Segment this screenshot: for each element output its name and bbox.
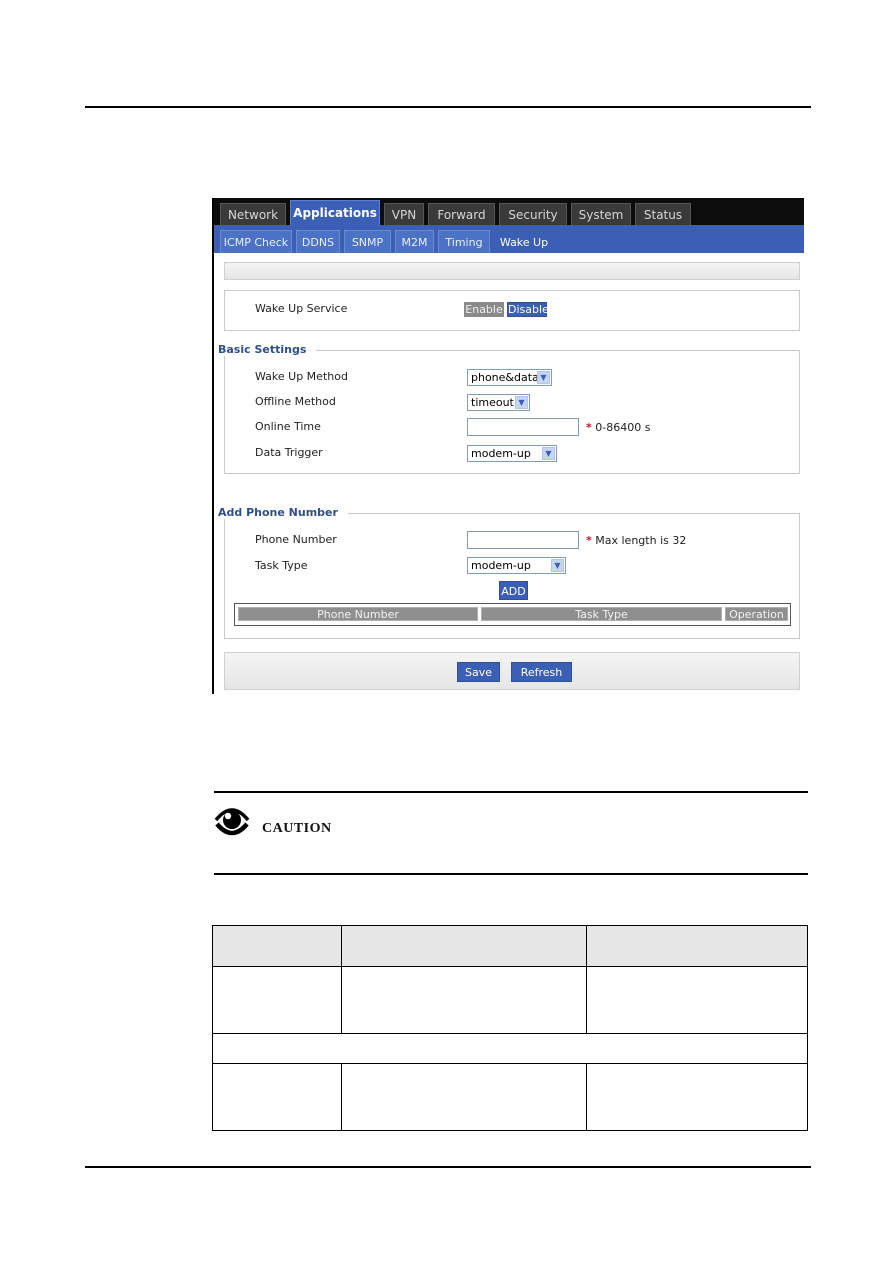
- offline-method-label: Offline Method: [255, 395, 336, 408]
- column-header-operation: Operation: [725, 607, 788, 621]
- chevron-down-icon: ▼: [551, 559, 564, 572]
- table-section-cell: [212, 1033, 808, 1065]
- task-type-label: Task Type: [255, 559, 308, 572]
- basic-settings-fieldset: Basic Settings Wake Up Method phone&data…: [218, 343, 800, 474]
- table-header-cell: [212, 924, 342, 968]
- caution-top-rule: [214, 791, 808, 793]
- main-nav: Network Applications VPN Forward Securit…: [214, 198, 804, 225]
- online-time-range: 0-86400 s: [595, 421, 651, 434]
- offline-method-select[interactable]: timeout ▼: [467, 394, 530, 411]
- table-cell: [341, 1063, 587, 1131]
- add-phone-fieldset: Add Phone Number Phone Number * Max leng…: [218, 506, 800, 639]
- chevron-down-icon: ▼: [515, 396, 528, 409]
- subtab-icmp-check[interactable]: ICMP Check: [220, 230, 292, 253]
- tab-network[interactable]: Network: [220, 203, 286, 225]
- online-time-input[interactable]: [467, 418, 579, 436]
- required-mark: *: [586, 534, 592, 547]
- subtab-m2m[interactable]: M2M: [395, 230, 434, 253]
- phone-number-max-length: Max length is 32: [595, 534, 687, 547]
- required-mark: *: [586, 421, 592, 434]
- table-header-cell: [341, 924, 587, 968]
- caution-bottom-rule: [214, 873, 808, 875]
- subtab-timing[interactable]: Timing: [438, 230, 490, 253]
- column-header-task-type: Task Type: [481, 607, 722, 621]
- phone-number-label: Phone Number: [255, 533, 337, 546]
- service-panel: Wake Up Service Enable Disable: [224, 290, 800, 331]
- save-button[interactable]: Save: [457, 662, 500, 682]
- data-trigger-value: modem-up: [471, 447, 531, 460]
- tab-vpn[interactable]: VPN: [384, 203, 424, 225]
- table-cell: [586, 1063, 808, 1131]
- basic-settings-legend: Basic Settings: [218, 343, 317, 356]
- table-cell: [212, 1063, 342, 1131]
- page-footer-rule: [85, 1166, 811, 1168]
- tab-status[interactable]: Status: [635, 203, 691, 225]
- page-header-rule: [85, 106, 811, 108]
- online-time-hint: * 0-86400 s: [586, 421, 650, 434]
- action-bar: Save Refresh: [224, 652, 800, 690]
- offline-method-value: timeout: [471, 396, 514, 409]
- phone-number-input[interactable]: [467, 531, 579, 549]
- add-phone-legend: Add Phone Number: [218, 506, 348, 519]
- title-bar: [224, 262, 800, 280]
- table-header-cell: [586, 924, 808, 968]
- table-cell: [586, 966, 808, 1035]
- task-type-select[interactable]: modem-up ▼: [467, 557, 566, 574]
- data-trigger-select[interactable]: modem-up ▼: [467, 445, 557, 462]
- refresh-button[interactable]: Refresh: [511, 662, 572, 682]
- table-section-row: [212, 1033, 808, 1065]
- tab-system[interactable]: System: [571, 203, 631, 225]
- subtab-wake-up[interactable]: Wake Up: [494, 230, 554, 253]
- chevron-down-icon: ▼: [542, 447, 555, 460]
- disable-button[interactable]: Disable: [507, 302, 549, 317]
- phone-number-hint: * Max length is 32: [586, 534, 686, 547]
- wake-up-method-label: Wake Up Method: [255, 370, 348, 383]
- tab-applications[interactable]: Applications: [290, 200, 380, 225]
- subtab-ddns[interactable]: DDNS: [296, 230, 340, 253]
- wake-up-service-label: Wake Up Service: [255, 302, 348, 315]
- table-row: [212, 966, 808, 1035]
- chevron-down-icon: ▼: [537, 371, 550, 384]
- caution-label: CAUTION: [262, 821, 332, 836]
- sub-nav: ICMP Check DDNS SNMP M2M Timing Wake Up: [214, 225, 804, 253]
- data-trigger-label: Data Trigger: [255, 446, 323, 459]
- parameter-table: [212, 924, 808, 1131]
- tab-security[interactable]: Security: [499, 203, 567, 225]
- router-web-ui-screenshot: Network Applications VPN Forward Securit…: [212, 198, 806, 694]
- column-header-phone-number: Phone Number: [238, 607, 478, 621]
- table-row: [212, 1063, 808, 1131]
- wake-up-method-select[interactable]: phone&data ▼: [467, 369, 552, 386]
- eye-icon: [214, 808, 250, 836]
- table-cell: [212, 966, 342, 1035]
- tab-forward[interactable]: Forward: [428, 203, 495, 225]
- enable-button[interactable]: Enable: [464, 302, 504, 317]
- table-cell: [341, 966, 587, 1035]
- online-time-label: Online Time: [255, 420, 321, 433]
- table-header-row: [212, 924, 808, 968]
- task-type-value: modem-up: [471, 559, 531, 572]
- subtab-snmp[interactable]: SNMP: [344, 230, 391, 253]
- wake-up-method-value: phone&data: [471, 371, 539, 384]
- phone-number-table: Phone Number Task Type Operation: [234, 603, 791, 626]
- add-button[interactable]: ADD: [499, 581, 528, 600]
